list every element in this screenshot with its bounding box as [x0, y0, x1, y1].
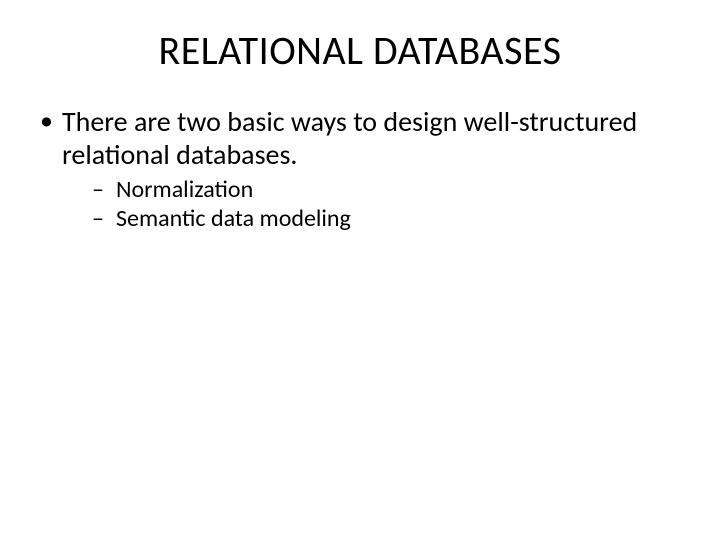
- list-item: Normalization: [62, 175, 686, 204]
- slide-title: RELATIONAL DATABASES: [34, 26, 686, 75]
- slide: RELATIONAL DATABASES There are two basic…: [0, 0, 720, 540]
- list-item: There are two basic ways to design well-…: [34, 105, 686, 234]
- bullet-text: Normalization: [116, 175, 253, 204]
- bullet-text: There are two basic ways to design well-…: [62, 104, 637, 172]
- bullet-list: There are two basic ways to design well-…: [34, 105, 686, 234]
- sub-bullet-list: Normalization Semantic data modeling: [62, 175, 686, 234]
- list-item: Semantic data modeling: [62, 204, 686, 233]
- bullet-text: Semantic data modeling: [116, 204, 351, 233]
